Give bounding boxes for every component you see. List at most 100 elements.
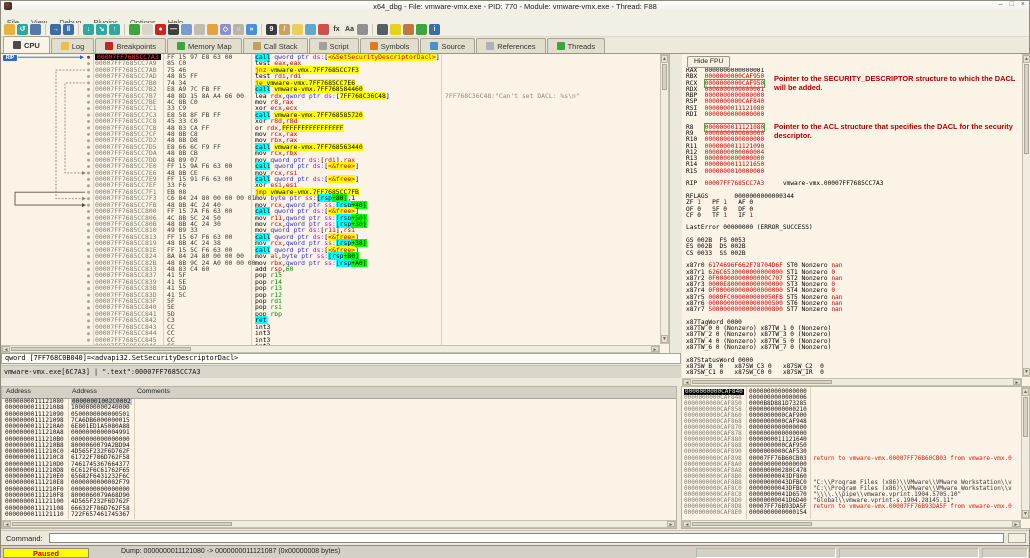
register-value-r15[interactable]: 0000000010000000 xyxy=(705,168,765,175)
dump-value: 722F657461745367 xyxy=(71,512,130,518)
restart-icon[interactable]: ↺ xyxy=(17,24,28,35)
tab-label: Source xyxy=(441,42,465,51)
dump-panel[interactable]: Address Address Comments 000000001112108… xyxy=(1,386,677,529)
comment-icon[interactable] xyxy=(292,24,303,35)
report-icon[interactable] xyxy=(403,24,414,35)
step-over-icon[interactable]: ↘ xyxy=(96,24,107,35)
user-icon[interactable] xyxy=(357,24,368,35)
run-icon[interactable]: → xyxy=(50,24,61,35)
annotation-acl-structure: Pointer to the ACL structure that specif… xyxy=(774,123,1028,140)
info-pane-address: vmware-vmx.exe[6C7A3] | ".text":00007FF7… xyxy=(1,365,681,378)
log-icon xyxy=(61,42,69,50)
info-pane-operand: qword [7FF768C0B040]=<advapi32.SetSecuri… xyxy=(1,353,681,364)
register-text-line[interactable]: x87SW_C1 0 x87SW_C0 0 x87SW_IR 0 xyxy=(682,370,1022,376)
tab-references[interactable]: References xyxy=(476,38,545,53)
calculator-icon[interactable]: 9 xyxy=(266,24,277,35)
tab-memory-map[interactable]: Memory Map xyxy=(167,38,242,53)
shield-icon[interactable] xyxy=(416,24,427,35)
column-divider xyxy=(68,399,69,519)
command-input[interactable] xyxy=(49,533,1004,543)
step-into-icon[interactable]: ↓ xyxy=(83,24,94,35)
column-divider xyxy=(810,387,811,519)
register-name: RDI xyxy=(686,111,705,118)
tab-script[interactable]: Script xyxy=(309,38,359,53)
stop-icon[interactable] xyxy=(30,24,41,35)
registers-hscrollbar[interactable]: ◄ ► xyxy=(682,378,1022,386)
info-icon[interactable]: i xyxy=(429,24,440,35)
bulb-icon[interactable] xyxy=(390,24,401,35)
source-pair-icon[interactable]: ◇ xyxy=(220,24,231,35)
rip-module-label: vmware-vmx.00007FF7685CC7A3 xyxy=(764,180,883,187)
search-icon[interactable]: ○ xyxy=(233,24,244,35)
font-icon[interactable]: Aa xyxy=(344,24,355,35)
modules-icon[interactable] xyxy=(181,24,192,35)
log-window-icon[interactable] xyxy=(142,24,153,35)
command-bar: Command: xyxy=(1,530,1029,546)
stack-hscrollbar[interactable]: ◄ ► xyxy=(682,520,1021,528)
tab-cpu[interactable]: CPU xyxy=(3,36,50,53)
tab-label: Call Stack xyxy=(264,42,298,51)
command-label: Command: xyxy=(6,534,43,543)
goto-icon[interactable]: » xyxy=(246,24,257,35)
notes-icon[interactable] xyxy=(207,24,218,35)
register-value-rdi[interactable]: 0000000000000000 xyxy=(705,111,765,118)
fx-icon[interactable]: fx xyxy=(331,24,342,35)
tab-log[interactable]: Log xyxy=(51,38,95,53)
registers-panel[interactable]: Hide FPU RAX 0000000000000001RBX 0000000… xyxy=(682,54,1030,386)
column-divider xyxy=(441,54,442,345)
maximize-button[interactable]: □ xyxy=(1010,1,1014,8)
status-badge: Paused xyxy=(3,548,89,558)
step-out-icon[interactable]: ↑ xyxy=(109,24,120,35)
pause-icon[interactable]: ‖ xyxy=(63,24,74,35)
dump-rows: 000000001112108000000001002C000200000000… xyxy=(2,399,676,518)
command-extra-box[interactable] xyxy=(1008,533,1026,543)
column-divider xyxy=(93,54,94,345)
memory-chip-icon[interactable] xyxy=(377,24,388,35)
dash-icon[interactable]: — xyxy=(168,24,179,35)
toolbar-separator xyxy=(372,24,373,35)
flag-value-cf[interactable]: 0 xyxy=(697,212,712,219)
close-button[interactable]: × xyxy=(1021,1,1025,8)
stack-row[interactable]: 0000000000CAF8E00000000000000154 xyxy=(682,510,1021,516)
minimize-button[interactable]: – xyxy=(999,1,1003,8)
call-stack-icon xyxy=(253,42,261,50)
memory-regions-icon[interactable] xyxy=(129,24,140,35)
tab-label: Breakpoints xyxy=(116,42,156,51)
flag-value-tf[interactable]: 1 xyxy=(723,212,738,219)
dump-row[interactable]: 0000000011121110 722F657461745367 xyxy=(2,512,676,518)
status-segment xyxy=(839,548,979,558)
open-file-icon[interactable] xyxy=(4,24,15,35)
stack-panel[interactable]: 0000000000CAF840000000000000000000000000… xyxy=(681,386,1030,529)
stack-vscrollbar[interactable]: ▲ ▼ xyxy=(1021,387,1030,519)
register-list: RAX 0000000000000001RBX 0000000000CAF950… xyxy=(682,68,1022,377)
eraser-icon[interactable] xyxy=(318,24,329,35)
toolbar-separator xyxy=(261,24,262,35)
column-divider xyxy=(746,387,747,519)
references-icon xyxy=(486,42,494,50)
tab-label: CPU xyxy=(24,41,40,50)
tab-symbols[interactable]: Symbols xyxy=(360,38,420,53)
annotation-security-descriptor: Pointer to the SECURITY_DESCRIPTOR struc… xyxy=(774,75,1028,92)
memory-map-icon xyxy=(177,42,185,50)
breakpoint-icon[interactable]: ● xyxy=(155,24,166,35)
dump-address: 0000000011121110 xyxy=(5,512,64,518)
disasm-hscrollbar[interactable]: ◄ ► xyxy=(1,345,660,353)
register-value-rip[interactable]: 00007FF7685CC7A3 xyxy=(705,180,765,187)
patch-icon[interactable]: / xyxy=(279,24,290,35)
tab-call-stack[interactable]: Call Stack xyxy=(243,38,308,53)
dump-hscrollbar[interactable]: ◄ ► xyxy=(2,520,676,528)
flag-value-if[interactable]: 1 xyxy=(749,212,764,219)
tab-source[interactable]: Source xyxy=(420,38,475,53)
register-value-x87r7[interactable]: 50000000000000000800 xyxy=(708,306,783,313)
registers-vscrollbar[interactable]: ▲ ▼ xyxy=(1022,54,1030,377)
window-pane-icon[interactable] xyxy=(194,24,205,35)
toolbar-separator xyxy=(78,24,79,35)
threads-icon xyxy=(557,42,565,50)
hide-fpu-button[interactable]: Hide FPU xyxy=(687,56,730,68)
disasm-vscrollbar[interactable]: ▲ ▼ xyxy=(660,54,669,344)
disassembly-panel[interactable]: RIP 00007FF7685CC7A3FF 15 97 E8 63 00cal… xyxy=(1,54,670,353)
label-icon[interactable] xyxy=(305,24,316,35)
column-divider xyxy=(251,54,252,345)
tab-threads[interactable]: Threads xyxy=(547,38,606,53)
tab-breakpoints[interactable]: Breakpoints xyxy=(95,38,166,53)
